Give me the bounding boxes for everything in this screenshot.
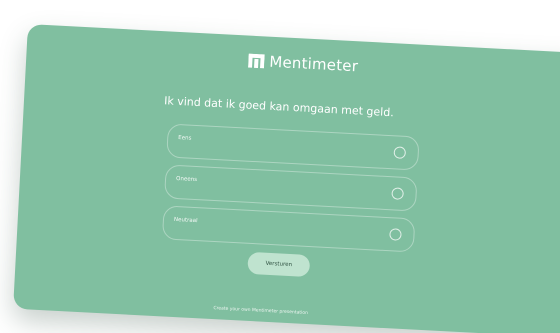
radio-icon[interactable]: [389, 228, 402, 241]
mentimeter-logo-icon: [248, 53, 265, 69]
page: Mentimeter Ik vind dat ik goed kan omgaa…: [0, 0, 560, 333]
answer-option-neutraal[interactable]: Neutraal: [161, 205, 416, 253]
footer-link[interactable]: Create your own Mentimeter presentation: [213, 306, 308, 316]
option-label: Oneens: [175, 175, 198, 184]
option-label: Neutraal: [173, 216, 198, 225]
voting-card: Mentimeter Ik vind dat ik goed kan omgaa…: [13, 24, 560, 333]
answer-option-oneens[interactable]: Oneens: [164, 164, 418, 212]
submit-button[interactable]: Versturen: [247, 251, 311, 278]
radio-icon[interactable]: [393, 146, 407, 159]
answer-option-eens[interactable]: Eens: [166, 123, 420, 171]
brand-header: Mentimeter: [248, 52, 359, 76]
option-label: Eens: [178, 135, 192, 142]
question-text: Ik vind dat ik goed kan omgaan met geld.: [163, 94, 395, 120]
radio-icon[interactable]: [391, 187, 404, 200]
brand-name: Mentimeter: [268, 52, 359, 76]
